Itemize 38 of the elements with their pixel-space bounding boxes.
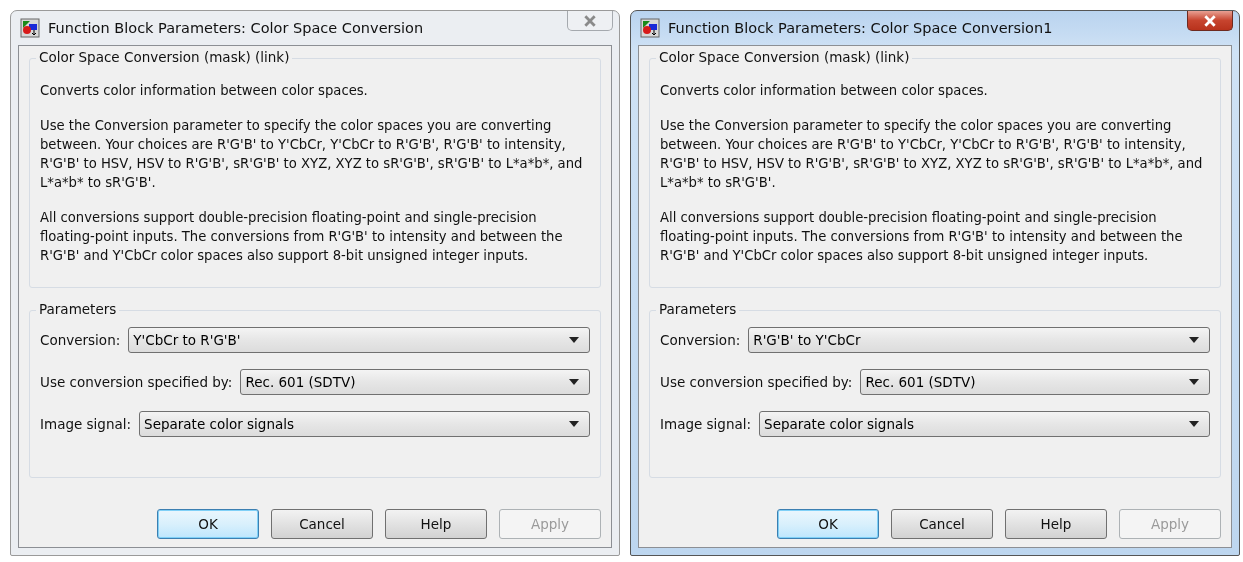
group-title: Color Space Conversion (mask) (link) xyxy=(36,49,293,65)
caret-icon xyxy=(569,337,579,343)
description-text: Converts color information between color spaces. xyxy=(660,82,989,100)
dialog-button[interactable]: OK xyxy=(777,509,879,539)
close-icon xyxy=(1203,14,1217,27)
window-title: Function Block Parameters: Color Space Conversion xyxy=(48,20,424,36)
caret-icon xyxy=(569,379,579,385)
close-button[interactable] xyxy=(1187,11,1233,31)
field-label: Conversion: xyxy=(40,332,121,348)
group-title: Parameters xyxy=(656,301,740,317)
close-icon xyxy=(583,14,597,27)
field-label: Image signal: xyxy=(40,416,132,432)
description-text: Converts color information between color spaces. xyxy=(40,82,369,100)
group-title: Color Space Conversion (mask) (link) xyxy=(656,49,913,65)
description-text: Use the Conversion parameter to specify the color spaces you are converting between. Your choices are R'G'B' to Y'CbCr, Y'CbCr to R'G'B', R'G'B' to intensity, R'G'B' to HSV, HSV to R'G'B', sR'G'B' to XYZ, XYZ to sR'G'B', sR'G'B' to L*a*b*, and L*a*b* to sR'G'B'. xyxy=(40,117,584,192)
dropdown[interactable]: Y'CbCr to R'G'B' xyxy=(128,327,590,353)
description-text: Use the Conversion parameter to specify the color spaces you are converting between. Your choices are R'G'B' to Y'CbCr, Y'CbCr to R'G'B', R'G'B' to intensity, R'G'B' to HSV, HSV to R'G'B', sR'G'B' to XYZ, XYZ to sR'G'B', sR'G'B' to L*a*b*, and L*a*b* to sR'G'B'. xyxy=(660,117,1204,192)
caret-icon xyxy=(1189,379,1199,385)
description-text: All conversions support double-precision floating-point and single-precision floating-point inputs. The conversions from R'G'B' to intensity and between the R'G'B' and Y'CbCr color spaces also support 8-bit unsigned integer inputs. xyxy=(40,209,564,265)
group-title: Parameters xyxy=(36,301,120,317)
window-title: Function Block Parameters: Color Space Conversion1 xyxy=(668,20,1053,36)
caret-icon xyxy=(1189,337,1199,343)
dialog-button[interactable]: Cancel xyxy=(891,509,993,539)
dropdown[interactable]: Separate color signals xyxy=(139,411,590,437)
block-icon xyxy=(640,18,660,38)
field-label: Use conversion specified by: xyxy=(660,374,853,390)
description-text: All conversions support double-precision floating-point and single-precision floating-point inputs. The conversions from R'G'B' to intensity and between the R'G'B' and Y'CbCr color spaces also support 8-bit unsigned integer inputs. xyxy=(660,209,1184,265)
field-label: Use conversion specified by: xyxy=(40,374,233,390)
block-icon xyxy=(20,18,40,38)
field-label: Image signal: xyxy=(660,416,752,432)
dropdown[interactable]: Rec. 601 (SDTV) xyxy=(860,369,1210,395)
field-label: Conversion: xyxy=(660,332,741,348)
dropdown[interactable]: Separate color signals xyxy=(759,411,1210,437)
dropdown[interactable]: Rec. 601 (SDTV) xyxy=(240,369,590,395)
caret-icon xyxy=(569,421,579,427)
caret-icon xyxy=(1189,421,1199,427)
dialog-button[interactable]: Help xyxy=(1005,509,1107,539)
dropdown[interactable]: R'G'B' to Y'CbCr xyxy=(748,327,1210,353)
